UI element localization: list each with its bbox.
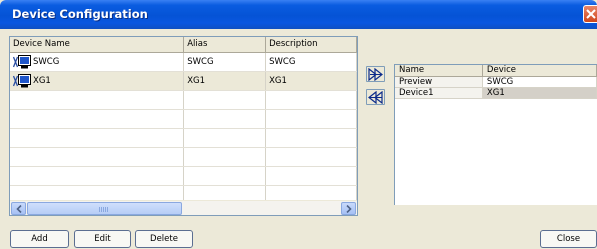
add-to-assignment-button[interactable]: [366, 66, 385, 82]
column-header-alias[interactable]: Alias: [183, 37, 267, 53]
scroll-right-button[interactable]: [341, 202, 356, 215]
device-row-xg1[interactable]: XG1 XG1 XG1: [10, 71, 357, 91]
device-description-cell[interactable]: XG1: [265, 71, 357, 91]
window-title: Device Configuration: [12, 7, 148, 21]
remove-from-assignment-button[interactable]: [366, 89, 385, 105]
device-list-grid: Device Name Alias Description SWCG SWCG …: [9, 36, 358, 216]
device-name-text: XG1: [33, 75, 51, 86]
column-header-device[interactable]: Device: [482, 65, 597, 77]
double-arrow-right-icon: [368, 68, 383, 81]
device-table-header: Device Name Alias Description: [10, 37, 357, 53]
device-name-cell[interactable]: XG1: [10, 71, 185, 91]
assignment-table: Name Device Preview SWCG Device1 XG1: [395, 65, 597, 99]
device-alias-cell[interactable]: SWCG: [183, 52, 267, 72]
column-header-device-name[interactable]: Device Name: [10, 37, 185, 53]
device-row-swcg[interactable]: SWCG SWCG SWCG: [10, 52, 357, 72]
add-button[interactable]: Add: [10, 230, 69, 248]
empty-row: [10, 147, 357, 167]
monitor-with-x-icon: [13, 54, 31, 68]
double-arrow-left-icon: [368, 91, 383, 104]
device-description-cell[interactable]: SWCG: [265, 52, 357, 72]
assignment-table-header: Name Device: [395, 65, 597, 77]
chevron-left-icon: [16, 205, 22, 213]
close-window-button[interactable]: [583, 5, 597, 23]
assignment-name-cell[interactable]: Device1: [395, 87, 483, 99]
assignment-device-cell[interactable]: XG1: [482, 87, 597, 99]
device-table: Device Name Alias Description SWCG SWCG …: [10, 37, 357, 205]
device-alias-cell[interactable]: XG1: [183, 71, 267, 91]
empty-row: [10, 166, 357, 186]
close-button[interactable]: Close: [540, 230, 597, 248]
edit-button[interactable]: Edit: [74, 230, 131, 248]
title-bar: Device Configuration: [0, 0, 597, 29]
monitor-with-x-icon: [13, 73, 31, 87]
scroll-left-button[interactable]: [11, 202, 26, 215]
column-header-name[interactable]: Name: [395, 65, 483, 77]
assignment-device-cell[interactable]: SWCG: [482, 76, 597, 88]
scrollbar-grip: [99, 207, 109, 212]
delete-button[interactable]: Delete: [135, 230, 193, 248]
scrollbar-thumb[interactable]: [27, 202, 182, 215]
chevron-right-icon: [346, 205, 352, 213]
empty-row: [10, 90, 357, 110]
device-name-text: SWCG: [33, 56, 60, 67]
device-name-cell[interactable]: SWCG: [10, 52, 185, 72]
device-configuration-window: Device Configuration Device Name Alias D…: [0, 0, 597, 249]
empty-row: [10, 128, 357, 148]
assignment-grid: Name Device Preview SWCG Device1 XG1: [394, 64, 597, 205]
horizontal-scrollbar[interactable]: [10, 200, 357, 215]
assignment-row-preview[interactable]: Preview SWCG: [395, 76, 597, 88]
close-icon: [586, 9, 596, 19]
column-header-description[interactable]: Description: [265, 37, 357, 53]
assignment-name-cell[interactable]: Preview: [395, 76, 483, 88]
assignment-row-device1[interactable]: Device1 XG1: [395, 87, 597, 99]
empty-row: [10, 109, 357, 129]
